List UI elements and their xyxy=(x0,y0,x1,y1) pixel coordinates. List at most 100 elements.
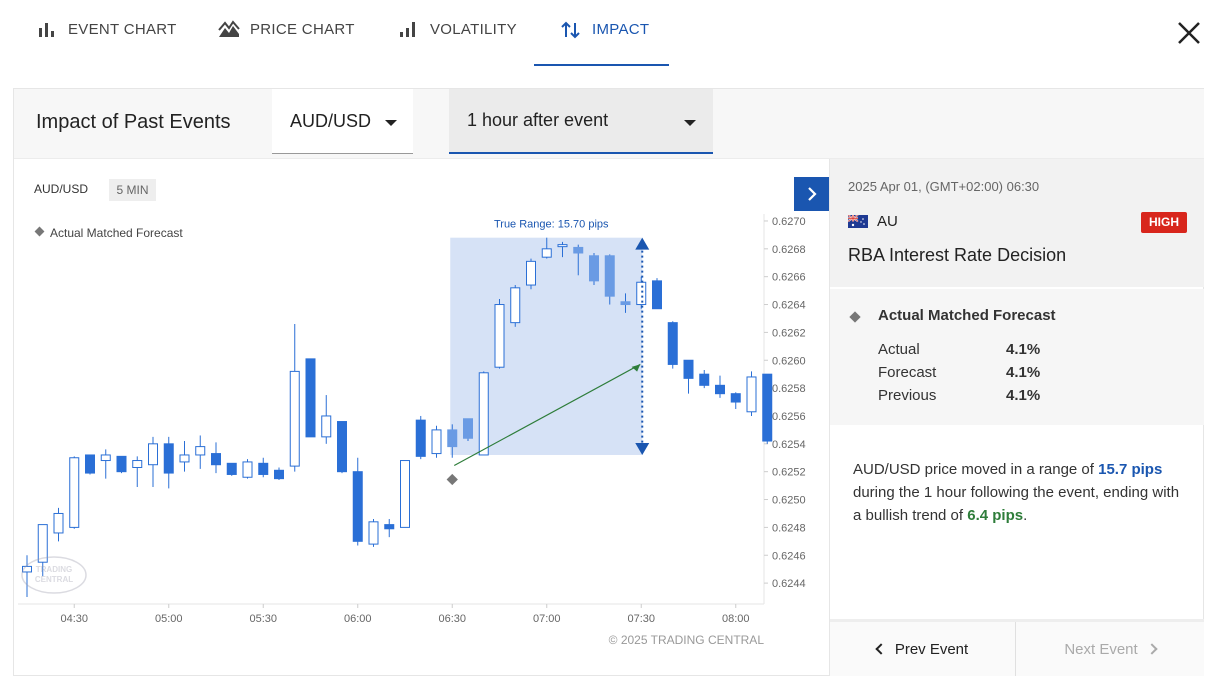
event-details-panel: 2025 Apr 01, (GMT+02:00) 06:30 AU HIGH R… xyxy=(829,159,1204,676)
tab-label: EVENT CHART xyxy=(68,21,177,38)
candle-body xyxy=(415,419,426,457)
candle-body xyxy=(762,373,773,442)
expand-details-button[interactable] xyxy=(794,177,830,211)
bar-chart-icon xyxy=(39,23,54,37)
candle-body xyxy=(620,301,631,306)
tab-volatility[interactable]: VOLATILITY xyxy=(398,20,517,66)
candle-body xyxy=(305,358,316,438)
chevron-left-icon xyxy=(875,643,887,655)
y-tick-label: 0.6262 xyxy=(772,327,806,339)
summary-text: AUD/USD price moved in a range of xyxy=(853,461,1099,478)
candle-body xyxy=(258,462,269,475)
true-range-label: True Range: 15.70 pips xyxy=(494,219,609,231)
candle-body xyxy=(85,454,95,474)
candle-body xyxy=(652,280,662,310)
trend-value: 6.4 pips xyxy=(967,507,1024,524)
candle-body xyxy=(730,393,741,403)
impact-summary: AUD/USD price moved in a range of 15.7 p… xyxy=(853,458,1188,527)
copyright-text: © 2025 TRADING CENTRAL xyxy=(609,633,765,647)
candle-body xyxy=(69,457,80,528)
tab-price-chart[interactable]: PRICE CHART xyxy=(218,20,355,66)
prev-event-button[interactable]: Prev Event xyxy=(830,622,1016,676)
close-icon[interactable] xyxy=(1174,18,1204,48)
y-tick-label: 0.6246 xyxy=(772,550,806,562)
next-event-button[interactable]: Next Event xyxy=(1017,622,1203,676)
forecast-title: Actual Matched Forecast xyxy=(878,307,1056,324)
y-tick-label: 0.6266 xyxy=(772,272,806,284)
candle-body xyxy=(526,260,536,286)
legend-diamond-icon xyxy=(34,226,45,237)
candle-body xyxy=(604,255,615,297)
diamond-icon xyxy=(849,311,861,323)
candle-body xyxy=(163,443,174,474)
australia-flag-icon xyxy=(848,215,868,228)
candle-body xyxy=(699,373,710,386)
candle-body xyxy=(226,462,237,475)
interval-text: 5 MIN xyxy=(116,183,148,197)
candle-body xyxy=(384,524,395,530)
up-down-arrows-icon xyxy=(561,21,580,39)
symbol-label: AUD/USD xyxy=(34,182,88,196)
time-window-select[interactable]: 1 hour after event xyxy=(449,89,713,154)
candle-body xyxy=(211,453,221,466)
candle-body xyxy=(573,246,584,254)
candle-body xyxy=(541,248,552,258)
x-tick-label: 05:30 xyxy=(249,613,277,625)
row-label: Forecast xyxy=(878,364,937,381)
y-tick-label: 0.6256 xyxy=(772,411,806,423)
symbol-text: AUD/USD xyxy=(34,182,88,196)
event-header: 2025 Apr 01, (GMT+02:00) 06:30 AU HIGH R… xyxy=(830,159,1204,287)
candle-body xyxy=(148,443,158,466)
y-tick-label: 0.6268 xyxy=(772,244,806,256)
x-tick-label: 07:30 xyxy=(627,613,655,625)
candle-body xyxy=(400,460,410,528)
chevron-right-icon xyxy=(1146,643,1158,655)
tab-impact[interactable]: IMPACT xyxy=(533,20,670,66)
currency-pair-value: AUD/USD xyxy=(290,110,372,131)
x-tick-label: 04:30 xyxy=(60,613,88,625)
currency-pair-select[interactable]: AUD/USD xyxy=(272,89,413,154)
row-label: Previous xyxy=(878,387,937,404)
candle-body xyxy=(352,471,363,542)
candle-body xyxy=(746,376,757,413)
x-tick-label: 06:30 xyxy=(438,613,466,625)
candle-body xyxy=(289,370,300,467)
watermark-logo: TRADING CENTRAL xyxy=(21,556,87,594)
tab-event-chart[interactable]: EVENT CHART xyxy=(36,20,177,66)
row-value: 4.1% xyxy=(1006,387,1041,404)
previous-row: Previous 4.1% xyxy=(878,387,1040,404)
x-tick-label: 08:00 xyxy=(722,613,750,625)
y-tick-label: 0.6248 xyxy=(772,522,806,534)
y-tick-label: 0.6264 xyxy=(772,300,806,312)
candle-body xyxy=(589,255,599,282)
volatility-bars-icon xyxy=(400,22,415,37)
event-navigation: Prev Event Next Event xyxy=(830,619,1204,676)
candle-body xyxy=(478,372,489,456)
candle-body xyxy=(53,512,64,534)
x-tick-label: 07:00 xyxy=(533,613,561,625)
y-tick-label: 0.6254 xyxy=(772,439,806,451)
tab-label: PRICE CHART xyxy=(250,21,355,38)
svg-text:CENTRAL: CENTRAL xyxy=(35,575,73,584)
y-tick-label: 0.6250 xyxy=(772,495,806,507)
candle-body xyxy=(100,454,111,462)
candle-body xyxy=(557,244,568,248)
candle-body xyxy=(242,461,253,478)
tab-label: IMPACT xyxy=(592,21,650,38)
x-tick-label: 05:00 xyxy=(155,613,183,625)
panel-header: Impact of Past Events AUD/USD 1 hour aft… xyxy=(14,89,1204,159)
forecast-box: Actual Matched Forecast Actual 4.1% Fore… xyxy=(830,289,1204,425)
candle-body xyxy=(179,454,190,463)
candle-body xyxy=(510,287,521,324)
price-chart-area: 0.6270 0.6268 0.6266 0.6264 0.6262 0.6260 0.62… xyxy=(14,159,830,676)
candle-body xyxy=(494,304,505,368)
candle-body xyxy=(368,521,379,545)
candle-body xyxy=(431,429,442,455)
event-country: AU xyxy=(877,213,898,230)
y-tick-label: 0.6244 xyxy=(772,578,806,590)
tab-label: VOLATILITY xyxy=(430,21,517,38)
y-tick-label: 0.6252 xyxy=(772,467,806,479)
x-tick-label: 06:00 xyxy=(344,613,372,625)
caret-down-icon xyxy=(385,120,397,126)
watermark-text: TRADING xyxy=(36,565,72,574)
